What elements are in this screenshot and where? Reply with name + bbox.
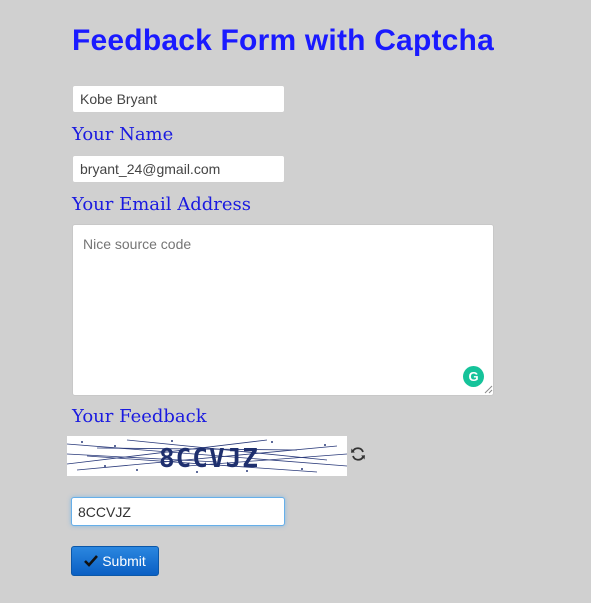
- name-input[interactable]: [72, 85, 285, 113]
- refresh-icon[interactable]: [350, 446, 366, 462]
- captcha-image: 8CCVJZ: [67, 436, 347, 476]
- captcha-text: 8CCVJZ: [159, 444, 259, 474]
- page-title: Feedback Form with Captcha: [72, 24, 494, 57]
- submit-button[interactable]: Submit: [71, 546, 159, 576]
- name-label: Your Name: [72, 124, 174, 145]
- email-label: Your Email Address: [72, 194, 252, 215]
- email-input[interactable]: [72, 155, 285, 183]
- grammarly-icon[interactable]: G: [463, 366, 484, 387]
- resize-handle-icon[interactable]: [484, 385, 493, 394]
- feedback-label: Your Feedback: [72, 406, 207, 427]
- submit-label: Submit: [102, 553, 146, 569]
- feedback-textarea[interactable]: [72, 224, 494, 396]
- captcha-input[interactable]: [71, 497, 285, 526]
- checkmark-icon: [84, 555, 99, 567]
